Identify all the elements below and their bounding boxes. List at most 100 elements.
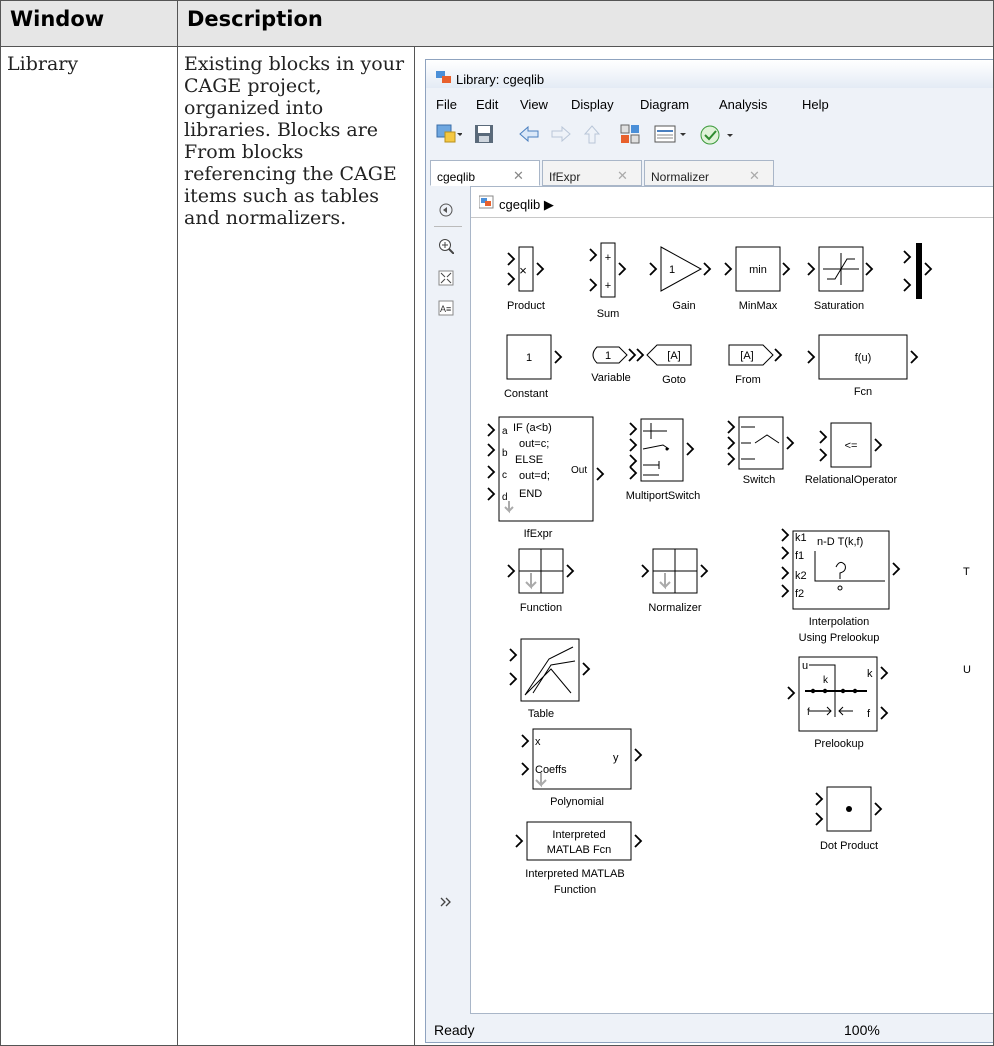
interpreted-box-line1: Interpreted xyxy=(552,829,605,841)
fcn-block[interactable]: f(u) Fcn xyxy=(807,334,919,398)
sum-label: Sum xyxy=(597,308,620,320)
interp-port-f2: f2 xyxy=(795,588,804,600)
saturation-block[interactable]: Saturation xyxy=(807,246,874,312)
product-block[interactable]: × Product xyxy=(507,246,545,312)
check-icon[interactable] xyxy=(700,124,736,146)
model-explorer-icon[interactable] xyxy=(654,124,688,144)
constant-value: 1 xyxy=(526,352,532,364)
menu-help[interactable]: Help xyxy=(802,94,829,116)
polynomial-block[interactable]: x y Coeffs Polynomial xyxy=(521,728,643,808)
close-icon[interactable]: ✕ xyxy=(617,165,628,187)
from-block[interactable]: [A] From xyxy=(728,344,783,386)
status-bar: Ready 100% xyxy=(426,1014,993,1042)
variable-block[interactable]: 1 Variable xyxy=(591,346,637,384)
save-icon[interactable] xyxy=(474,124,494,144)
menu-display[interactable]: Display xyxy=(571,94,614,116)
library-icon xyxy=(436,71,451,83)
breadcrumb-text: cgeqlib xyxy=(499,197,541,212)
zoom-icon[interactable] xyxy=(438,238,454,254)
menu-file[interactable]: File xyxy=(436,94,457,116)
table-block[interactable]: Table xyxy=(509,638,591,720)
expand-chevron-icon[interactable] xyxy=(438,894,454,910)
interpreted-matlab-block[interactable]: Interpreted MATLAB Fcn Interpreted MATLA… xyxy=(515,821,643,896)
saturation-label: Saturation xyxy=(814,300,864,312)
fcn-label: Fcn xyxy=(854,386,872,398)
svg-text:×: × xyxy=(519,263,527,278)
annotation-icon[interactable]: A≡ xyxy=(438,300,454,316)
function-block[interactable]: Function xyxy=(507,548,575,614)
menu-analysis[interactable]: Analysis xyxy=(719,94,767,116)
ifexpr-out-port: Out xyxy=(571,465,587,476)
tab-normalizer-label: Normalizer xyxy=(651,170,710,184)
dot-product-block[interactable]: Dot Product xyxy=(815,786,883,852)
interp-port-k2: k2 xyxy=(795,570,807,582)
breadcrumb-label[interactable]: cgeqlib ▶ xyxy=(499,194,554,216)
documentation-table: Window Description Library Existing bloc… xyxy=(0,0,994,1046)
menu-view[interactable]: View xyxy=(520,94,548,116)
poly-coeffs-port: Coeffs xyxy=(535,764,567,776)
ifexpr-block[interactable]: a b c d IF (a<b) out=c; ELSE out=d; END … xyxy=(487,416,605,540)
switch-block[interactable]: Switch xyxy=(727,416,795,486)
close-icon[interactable]: ✕ xyxy=(749,165,760,187)
new-model-icon[interactable] xyxy=(436,124,462,144)
mux-block[interactable] xyxy=(903,243,933,299)
ifexpr-port-b: b xyxy=(502,448,508,459)
library-browser-icon[interactable] xyxy=(620,124,640,144)
tab-strip: cgeqlib ✕ IfExpr ✕ Normalizer ✕ xyxy=(426,158,993,186)
interp-text: n-D T(k,f) xyxy=(817,536,863,548)
prelookup-block[interactable]: u k f k f Prelookup xyxy=(787,656,889,750)
normalizer-label: Normalizer xyxy=(648,602,702,614)
menu-edit[interactable]: Edit xyxy=(476,94,498,116)
ifexpr-line5: END xyxy=(519,488,542,500)
constant-label: Constant xyxy=(504,388,548,400)
sum-block[interactable]: + + Sum xyxy=(589,242,627,320)
goto-label: Goto xyxy=(662,374,686,386)
constant-block[interactable]: 1 Constant xyxy=(504,334,563,400)
multiport-switch-block[interactable]: MultiportSwitch xyxy=(626,418,701,502)
gain-block[interactable]: 1 Gain xyxy=(649,246,712,312)
close-icon[interactable]: ✕ xyxy=(513,165,524,187)
status-text: Ready xyxy=(434,1022,475,1038)
switch-label: Switch xyxy=(743,474,775,486)
gain-value: 1 xyxy=(669,264,675,276)
prelookup-label: Prelookup xyxy=(814,738,864,750)
library-window: Library: cgeqlib File Edit View Display … xyxy=(425,59,993,1043)
up-arrow-icon[interactable] xyxy=(582,124,602,144)
fit-to-view-icon[interactable] xyxy=(438,270,454,286)
product-label: Product xyxy=(507,300,545,312)
tab-ifexpr[interactable]: IfExpr ✕ xyxy=(542,160,642,186)
menu-bar: File Edit View Display Diagram Analysis … xyxy=(426,90,993,112)
ifexpr-line2: out=c; xyxy=(519,438,549,450)
table-label: Table xyxy=(528,708,554,720)
ifexpr-line4: out=d; xyxy=(519,470,550,482)
from-label: From xyxy=(735,374,761,386)
menu-diagram[interactable]: Diagram xyxy=(640,94,689,116)
ifexpr-line3: ELSE xyxy=(515,454,543,466)
cut-off-label-t: T xyxy=(963,566,970,578)
relop-label: RelationalOperator xyxy=(805,474,898,486)
ifexpr-port-c: c xyxy=(502,470,507,481)
variable-label: Variable xyxy=(591,372,631,384)
interpreted-label-line1: Interpreted MATLAB xyxy=(525,868,624,880)
tab-ifexpr-label: IfExpr xyxy=(549,170,581,184)
row-description-text: Existing blocks in your CAGE project, or… xyxy=(184,53,405,229)
breadcrumb: cgeqlib ▶ xyxy=(471,187,993,218)
interpolation-block[interactable]: k1 f1 k2 f2 n-D T(k,f) Interpolation Usi… xyxy=(781,528,901,644)
minmax-block[interactable]: min MinMax xyxy=(724,246,791,312)
goto-block[interactable]: [A] Goto xyxy=(636,344,692,386)
tab-normalizer[interactable]: Normalizer ✕ xyxy=(644,160,774,186)
ifexpr-port-d: d xyxy=(502,492,508,503)
forward-arrow-icon[interactable] xyxy=(550,124,572,144)
cut-off-label-u: U xyxy=(963,664,971,676)
relational-operator-block[interactable]: <= RelationalOperator xyxy=(805,422,898,486)
interp-port-k1: k1 xyxy=(795,532,807,544)
interpreted-label-line2: Function xyxy=(554,884,596,896)
prelookup-f-tick: f xyxy=(807,707,810,718)
library-icon xyxy=(479,195,494,209)
diagram-canvas[interactable]: cgeqlib ▶ × Product + + Sum 1 Gain min M… xyxy=(470,186,993,1014)
toolbar xyxy=(426,116,993,150)
hide-browser-icon[interactable] xyxy=(438,202,454,218)
tab-cgeqlib[interactable]: cgeqlib ✕ xyxy=(430,160,540,186)
normalizer-block[interactable]: Normalizer xyxy=(641,548,709,614)
back-arrow-icon[interactable] xyxy=(518,124,540,144)
